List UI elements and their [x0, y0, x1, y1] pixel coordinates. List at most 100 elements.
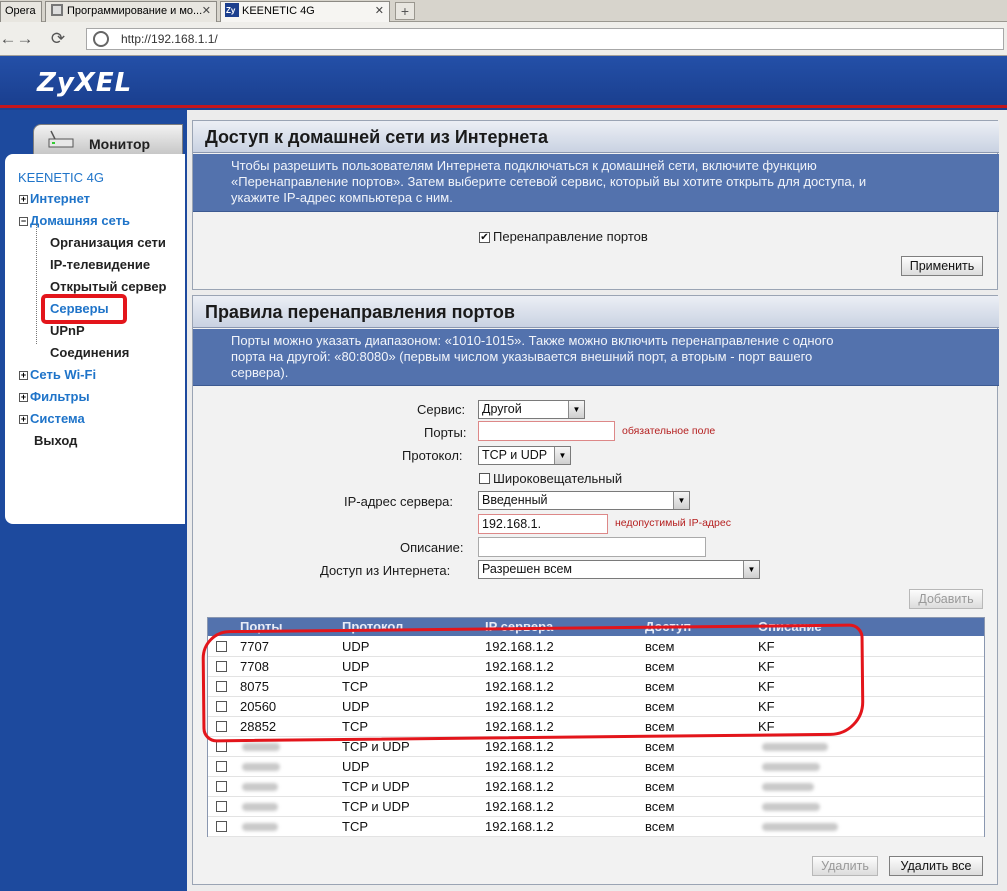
redacted-description	[762, 743, 828, 751]
address-bar[interactable]: http://192.168.1.1/	[86, 28, 1004, 50]
sidebar-item-system[interactable]: + Система	[19, 411, 85, 426]
ports-error: обязательное поле	[622, 425, 716, 437]
redacted-description	[762, 823, 838, 831]
svg-text:Zy: Zy	[226, 6, 236, 15]
chevron-down-icon: ▼	[554, 447, 570, 464]
redacted-ports	[242, 783, 278, 791]
forward-icon[interactable]: →	[14, 28, 36, 50]
highlight-oval	[201, 623, 865, 743]
sidebar-item-open-server[interactable]: Открытый сервер	[50, 279, 167, 294]
sidebar-item-label: Домашняя сеть	[30, 213, 130, 228]
port-forwarding-label: Перенаправление портов	[493, 229, 648, 244]
row-checkbox[interactable]	[216, 781, 227, 792]
server-ip-mode-select[interactable]: Введенный ▼	[478, 491, 690, 510]
row-checkbox[interactable]	[216, 741, 227, 752]
servers-highlight	[41, 294, 127, 324]
sidebar-item-logout[interactable]: Выход	[34, 433, 77, 448]
address-text: http://192.168.1.1/	[121, 32, 218, 46]
description-label: Описание:	[400, 540, 464, 555]
expand-icon[interactable]: +	[19, 415, 28, 424]
cell-access: всем	[645, 739, 675, 754]
cell-server-ip: 192.168.1.2	[485, 799, 554, 814]
service-label: Сервис:	[417, 402, 466, 417]
delete-all-button[interactable]: Удалить все	[889, 856, 983, 876]
port-forwarding-checkbox[interactable]: ✔	[479, 232, 490, 243]
chevron-down-icon: ▼	[673, 492, 689, 509]
monitor-tab-label: Монитор	[89, 136, 151, 152]
zyxel-favicon-icon: Zy	[225, 3, 239, 17]
table-row[interactable]: TCP и UDP 192.168.1.2 всем	[208, 797, 984, 817]
internet-access-select[interactable]: Разрешен всем ▼	[478, 560, 760, 579]
service-select[interactable]: Другой ▼	[478, 400, 585, 419]
protocol-select[interactable]: TCP и UDP ▼	[478, 446, 571, 465]
browser-nav-bar: ← → ⟳ http://192.168.1.1/	[0, 22, 1007, 56]
expand-icon[interactable]: +	[19, 195, 28, 204]
internet-access-value: Разрешен всем	[482, 562, 573, 576]
sidebar-item-connections[interactable]: Соединения	[50, 345, 129, 360]
reload-icon[interactable]: ⟳	[47, 28, 69, 50]
sidebar-item-wifi[interactable]: + Сеть Wi-Fi	[19, 367, 96, 382]
row-checkbox[interactable]	[216, 821, 227, 832]
expand-icon[interactable]: +	[19, 393, 28, 402]
sidebar-item-iptv[interactable]: IP-телевидение	[50, 257, 150, 272]
tab-label: Opera	[5, 5, 36, 17]
rules-panel-title: Правила перенаправления портов	[193, 296, 999, 328]
page-icon	[50, 3, 64, 17]
cell-server-ip: 192.168.1.2	[485, 739, 554, 754]
web-icon	[93, 31, 109, 47]
close-icon[interactable]: ✕	[202, 2, 211, 21]
cell-server-ip: 192.168.1.2	[485, 759, 554, 774]
sidebar-item-label: Фильтры	[30, 389, 90, 404]
service-value: Другой	[482, 402, 522, 416]
server-ip-input[interactable]: 192.168.1.	[478, 514, 608, 534]
apply-button[interactable]: Применить	[901, 256, 983, 276]
close-icon[interactable]: ✕	[375, 2, 384, 21]
expand-icon[interactable]: +	[19, 371, 28, 380]
server-ip-mode-value: Введенный	[482, 493, 548, 507]
description-line: укажите IP-адрес компьютера с ним.	[231, 190, 453, 205]
ports-input[interactable]	[478, 421, 615, 441]
router-header: ZyXEL	[0, 56, 1007, 108]
new-tab-button[interactable]: +	[395, 2, 415, 20]
redacted-ports	[242, 823, 278, 831]
tree-line	[36, 224, 37, 344]
row-checkbox[interactable]	[216, 761, 227, 772]
redacted-ports	[242, 763, 280, 771]
broadcast-label: Широковещательный	[493, 471, 623, 486]
sidebar-item-filters[interactable]: + Фильтры	[19, 389, 90, 404]
internet-access-label: Доступ из Интернета:	[320, 563, 451, 578]
browser-tab-bar: Opera Программирование и мо... ✕ Zy KEENE…	[0, 0, 1007, 22]
table-row[interactable]: UDP 192.168.1.2 всем	[208, 757, 984, 777]
access-panel-title: Доступ к домашней сети из Интернета	[193, 121, 999, 153]
tab-opera[interactable]: Opera	[0, 1, 42, 22]
sidebar-item-label: Система	[30, 411, 85, 426]
sidebar-item-internet[interactable]: + Интернет	[19, 191, 90, 206]
tab-label: Программирование и мо...	[67, 5, 203, 17]
chevron-down-icon: ▼	[743, 561, 759, 578]
delete-button[interactable]: Удалить	[812, 856, 878, 876]
sidebar-item-network-setup[interactable]: Организация сети	[50, 235, 166, 250]
table-row[interactable]: TCP и UDP 192.168.1.2 всем	[208, 777, 984, 797]
collapse-icon[interactable]: −	[19, 217, 28, 226]
description-line: порта на другой: «80:8080» (первым число…	[231, 349, 813, 364]
tab-keenetic[interactable]: Zy KEENETIC 4G ✕	[220, 1, 390, 22]
row-checkbox[interactable]	[216, 801, 227, 812]
add-button[interactable]: Добавить	[909, 589, 983, 609]
table-row[interactable]: TCP 192.168.1.2 всем	[208, 817, 984, 837]
cell-protocol: TCP и UDP	[342, 779, 410, 794]
cell-protocol: TCP и UDP	[342, 799, 410, 814]
redacted-description	[762, 803, 820, 811]
tab-programming[interactable]: Программирование и мо... ✕	[45, 1, 217, 22]
redacted-ports	[242, 803, 278, 811]
sidebar-menu: KEENETIC 4G + Интернет − Домашняя сеть Орг…	[5, 154, 185, 524]
device-name: KEENETIC 4G	[18, 170, 104, 185]
access-panel: Доступ к домашней сети из Интернета Чтоб…	[192, 120, 999, 290]
redacted-description	[762, 783, 814, 791]
cell-access: всем	[645, 819, 675, 834]
broadcast-checkbox[interactable]	[479, 473, 490, 484]
description-input[interactable]	[478, 537, 706, 557]
cell-access: всем	[645, 779, 675, 794]
protocol-label: Протокол:	[402, 448, 463, 463]
sidebar-item-label: Сеть Wi-Fi	[30, 367, 97, 382]
sidebar-item-upnp[interactable]: UPnP	[50, 323, 85, 338]
